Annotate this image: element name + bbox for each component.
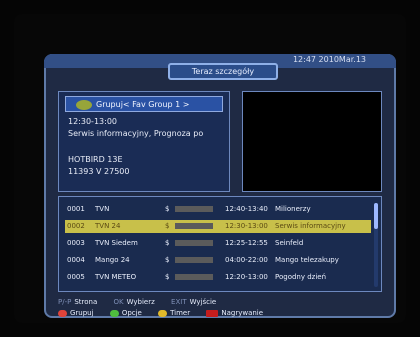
- record-key-label: Nagrywanie: [221, 309, 264, 317]
- scrollbar[interactable]: [374, 203, 378, 287]
- progress-bar: [175, 223, 213, 229]
- video-preview: [242, 91, 382, 192]
- record-button-icon: [206, 309, 219, 317]
- scrollbar-thumb[interactable]: [374, 203, 378, 229]
- progress-bar: [175, 240, 213, 246]
- clock: 12:47 2010Mar.13: [292, 55, 366, 64]
- channel-number: 0005: [67, 273, 85, 281]
- satellite-name: HOTBIRD 13E: [68, 155, 123, 164]
- channel-number: 0003: [67, 239, 85, 247]
- channel-row[interactable]: 0001 TVN $ 12:40-13:40 Milionerzy: [65, 203, 371, 216]
- page-label: Strona: [74, 298, 98, 306]
- tv-screen: 12:47 2010Mar.13 Teraz szczegóły Grupuj<…: [14, 14, 406, 323]
- footer-nav: P/-P Strona OK Wybierz EXIT Wyjście: [58, 298, 216, 306]
- channel-row-selected[interactable]: 0002 TVN 24 $ 12:30-13:00 Serwis informa…: [65, 220, 371, 233]
- globe-icon: [76, 100, 92, 110]
- channel-name: TVN 24: [95, 222, 121, 230]
- transponder-info: 11393 V 27500: [68, 167, 130, 176]
- event-time: 12:30-13:00: [225, 222, 268, 230]
- channel-row[interactable]: 0005 TVN METEO $ 12:20-13:00 Pogodny dzi…: [65, 271, 371, 284]
- progress-bar: [175, 257, 213, 263]
- event-name: Milionerzy: [275, 205, 311, 213]
- channel-number: 0002: [67, 222, 85, 230]
- scrambled-marker: $: [165, 239, 170, 247]
- channel-row[interactable]: 0004 Mango 24 $ 04:00-22:00 Mango teleza…: [65, 254, 371, 267]
- scrambled-marker: $: [165, 222, 170, 230]
- scrambled-marker: $: [165, 256, 170, 264]
- event-time: 12:25-12:55: [225, 239, 268, 247]
- red-button-icon: [58, 309, 67, 317]
- yellow-key-label: Timer: [170, 309, 191, 317]
- channel-number: 0004: [67, 256, 85, 264]
- channel-name: TVN METEO: [95, 273, 137, 281]
- channel-name: Mango 24: [95, 256, 130, 264]
- group-label: Grupuj< Fav Group 1 >: [96, 99, 190, 109]
- green-button-icon: [109, 309, 119, 317]
- scrambled-marker: $: [165, 273, 170, 281]
- yellow-button-icon: [158, 309, 168, 317]
- select-key: OK: [113, 298, 124, 306]
- channel-info-box: Grupuj< Fav Group 1 > 12:30-13:00 Serwis…: [58, 91, 230, 192]
- event-time: 12:20-13:00: [225, 273, 268, 281]
- event-name: Seinfeld: [275, 239, 304, 247]
- scrambled-marker: $: [165, 205, 170, 213]
- channel-row[interactable]: 0003 TVN Siedem $ 12:25-12:55 Seinfeld: [65, 237, 371, 250]
- footer-color-keys: Grupuj Opcje Timer Nagrywanie: [58, 309, 263, 317]
- select-label: Wybierz: [126, 298, 155, 306]
- red-key-label: Grupuj: [70, 309, 94, 317]
- channel-name: TVN Siedem: [95, 239, 138, 247]
- event-description: Serwis informacyjny, Prognoza po: [68, 129, 204, 138]
- progress-bar: [175, 274, 213, 280]
- group-selector[interactable]: Grupuj< Fav Group 1 >: [65, 96, 223, 112]
- channel-list: 0001 TVN $ 12:40-13:40 Milionerzy 0002 T…: [58, 196, 382, 292]
- event-time: 04:00-22:00: [225, 256, 268, 264]
- event-time: 12:30-13:00: [68, 117, 117, 126]
- red-key-button[interactable]: Grupuj: [58, 309, 94, 317]
- record-key-button[interactable]: Nagrywanie: [206, 309, 263, 317]
- channel-number: 0001: [67, 205, 85, 213]
- yellow-key-button[interactable]: Timer: [158, 309, 190, 317]
- green-key-button[interactable]: Opcje: [109, 309, 142, 317]
- green-key-label: Opcje: [121, 309, 142, 317]
- progress-bar: [175, 206, 213, 212]
- event-name: Serwis informacyjny: [275, 222, 346, 230]
- exit-label: Wyjście: [189, 298, 217, 306]
- page-key: P/-P: [58, 298, 72, 306]
- page-title: Teraz szczegóły: [168, 63, 278, 80]
- channel-name: TVN: [95, 205, 110, 213]
- event-time: 12:40-13:40: [225, 205, 268, 213]
- event-name: Pogodny dzień: [275, 273, 327, 281]
- exit-key: EXIT: [171, 298, 187, 306]
- event-name: Mango telezakupy: [275, 256, 339, 264]
